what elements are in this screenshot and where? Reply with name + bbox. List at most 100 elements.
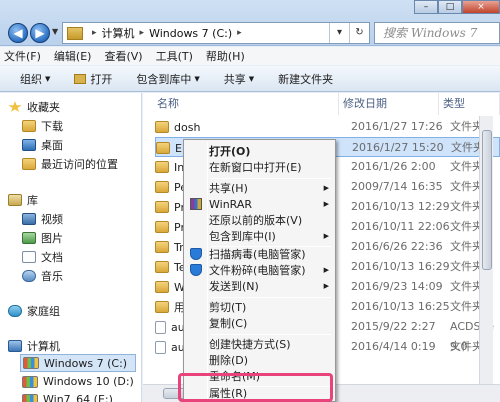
minimize-button[interactable]: – [414, 0, 438, 14]
nav-drive-d[interactable]: Windows 10 (D:) [22, 375, 134, 388]
new-folder-button[interactable]: 新建文件夹 [278, 71, 333, 87]
include-library-button[interactable]: 包含到库中 ▼ [136, 71, 199, 87]
search-input[interactable]: 搜索 Windows 7 (C:) [374, 22, 500, 60]
star-icon [8, 101, 22, 112]
menu-edit[interactable]: 编辑(E) [54, 48, 92, 64]
menu-tools[interactable]: 工具(T) [156, 48, 193, 64]
file-date: 2016/10/11 22:06 [351, 220, 450, 233]
chevron-right-icon[interactable]: ▸ [237, 28, 242, 38]
nav-favorites-label: 收藏夹 [27, 101, 60, 114]
nav-music[interactable]: 音乐 [22, 268, 63, 284]
chevron-right-icon[interactable]: ▸ [140, 28, 145, 38]
ctx-open-new-window[interactable]: 在新窗口中打开(E) [209, 159, 333, 176]
file-date: 2016/1/27 17:26 [351, 120, 443, 133]
ctx-restore[interactable]: 还原以前的版本(V) [209, 212, 333, 229]
maximize-button[interactable]: □ [438, 0, 462, 14]
computer-icon [8, 340, 22, 352]
back-button[interactable]: ◀ [8, 23, 28, 43]
nav-desktop[interactable]: 桌面 [22, 137, 63, 153]
ctx-delete[interactable]: 删除(D) [209, 352, 333, 369]
ctx-send-to[interactable]: 发送到(N) ▶ [209, 278, 333, 295]
column-header-name[interactable]: 名称 [153, 93, 339, 115]
nav-favorites[interactable]: 收藏夹 [8, 99, 60, 115]
ctx-create-shortcut[interactable]: 创建快捷方式(S) [209, 336, 333, 353]
nav-libraries-label: 库 [27, 194, 38, 207]
submenu-arrow-icon: ▶ [323, 282, 329, 290]
window-controls: – □ × [414, 0, 500, 14]
nav-computer[interactable]: 计算机 [8, 338, 60, 354]
ctx-winrar[interactable]: WinRAR ▶ [209, 196, 333, 213]
address-bar[interactable]: ▸ 计算机 ▸ Windows 7 (C:) ▸ ▾ ↻ [62, 22, 370, 44]
submenu-arrow-icon: ▶ [323, 200, 329, 208]
menu-view[interactable]: 查看(V) [104, 48, 142, 64]
menu-gutter [207, 142, 208, 399]
vertical-scrollbar[interactable] [479, 116, 493, 384]
file-date: 2016/1/27 15:20 [352, 141, 444, 154]
include-label: 包含到库中 [136, 72, 192, 86]
ctx-winrar-label: WinRAR [209, 198, 253, 211]
nav-pictures[interactable]: 图片 [22, 230, 63, 246]
scrollbar-thumb[interactable] [482, 130, 492, 270]
nav-downloads[interactable]: 下载 [22, 118, 63, 134]
nav-homegroup[interactable]: 家庭组 [8, 303, 60, 319]
open-label: 打开 [90, 72, 113, 86]
nav-recent[interactable]: 最近访问的位置 [22, 156, 118, 172]
nav-recent-label: 最近访问的位置 [41, 158, 118, 171]
chevron-down-icon: ▼ [248, 74, 255, 83]
nav-documents[interactable]: 文档 [22, 249, 63, 265]
file-name-cell: Te [155, 257, 186, 277]
windows-drive-icon [22, 375, 38, 388]
forward-button[interactable]: ▶ [30, 23, 50, 43]
close-button[interactable]: × [462, 0, 500, 14]
windows-drive-icon [22, 393, 38, 402]
nav-drive-e[interactable]: Win7_64 (E:) [22, 393, 113, 402]
nav-homegroup-label: 家庭组 [27, 305, 60, 318]
submenu-arrow-icon: ▶ [323, 266, 329, 274]
folder-icon [155, 221, 169, 233]
ctx-cut[interactable]: 剪切(T) [209, 299, 333, 316]
nav-libraries[interactable]: 库 [8, 192, 38, 208]
folder-icon [155, 121, 169, 133]
ctx-share-label: 共享(H) [209, 182, 248, 195]
music-icon [22, 270, 36, 282]
history-dropdown-icon[interactable]: ▼ [52, 27, 58, 36]
nav-drive-c[interactable]: Windows 7 (C:) [20, 354, 136, 372]
column-header-date[interactable]: 修改日期 [339, 93, 439, 115]
ctx-send-to-label: 发送到(N) [209, 280, 259, 293]
breadcrumb-drive-c[interactable]: Windows 7 (C:) [149, 27, 232, 40]
refresh-icon[interactable]: ↻ [349, 23, 369, 43]
breadcrumb-computer[interactable]: 计算机 [102, 25, 135, 41]
document-icon [22, 251, 36, 263]
title-bar: – □ × ◀ ▶ ▼ ▸ 计算机 ▸ Windows 7 (C:) ▸ ▾ ↻… [0, 0, 500, 60]
open-button[interactable]: 打开 [74, 71, 112, 87]
menu-separator [211, 178, 331, 179]
file-name: dosh [174, 120, 201, 134]
organize-button[interactable]: 组织 ▼ [20, 71, 50, 87]
address-dropdown-icon[interactable]: ▾ [329, 23, 349, 43]
picture-icon [22, 232, 36, 244]
file-name-cell: au [155, 317, 185, 337]
ctx-include-library[interactable]: 包含到库中(I) ▶ [209, 228, 333, 245]
menu-help[interactable]: 帮助(H) [206, 48, 245, 64]
ctx-copy[interactable]: 复制(C) [209, 315, 333, 332]
share-button[interactable]: 共享 ▼ [224, 71, 254, 87]
file-name-cell: Tr [155, 237, 184, 257]
homegroup-icon [8, 305, 22, 317]
column-header-type[interactable]: 类型 [439, 93, 500, 115]
nav-videos-label: 视频 [41, 213, 63, 226]
library-icon [8, 194, 22, 206]
nav-videos[interactable]: 视频 [22, 211, 63, 227]
ctx-scan-virus[interactable]: 扫描病毒(电脑管家) [209, 246, 333, 263]
chevron-right-icon[interactable]: ▸ [92, 28, 97, 38]
menu-file[interactable]: 文件(F) [4, 48, 41, 64]
file-name-cell: In [155, 157, 184, 177]
folder-icon [155, 281, 169, 293]
ctx-shred[interactable]: 文件粉碎(电脑管家) ▶ [209, 262, 333, 279]
organize-label: 组织 [20, 72, 42, 86]
nav-downloads-label: 下载 [41, 120, 63, 133]
video-icon [22, 213, 36, 225]
ctx-open[interactable]: 打开(O) [209, 143, 333, 160]
ctx-share[interactable]: 共享(H) ▶ [209, 180, 333, 197]
table-row[interactable]: dosh 2016/1/27 17:26 文件夹 [155, 117, 500, 137]
folder-icon [155, 301, 169, 313]
